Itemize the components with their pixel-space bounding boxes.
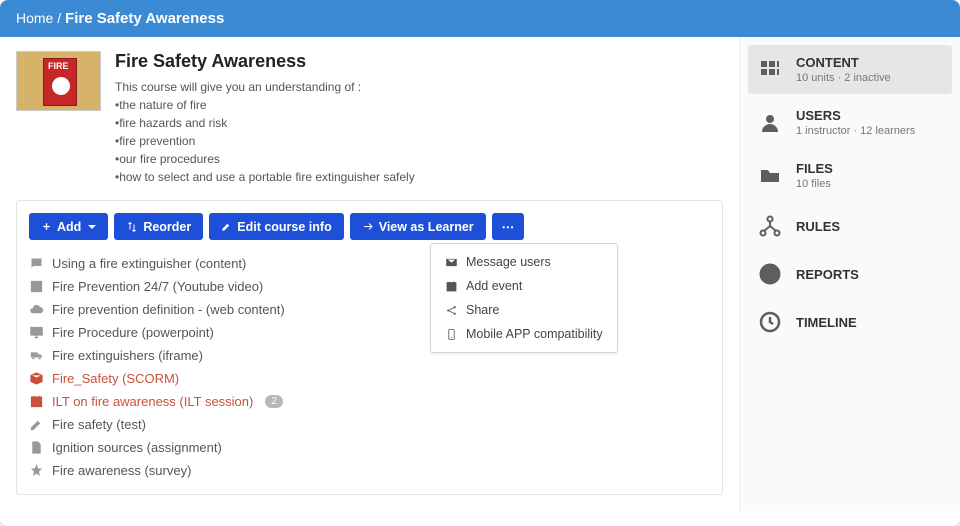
sidebar-item-rules[interactable]: RULES bbox=[748, 204, 952, 248]
reorder-button[interactable]: Reorder bbox=[114, 213, 203, 240]
doc-icon bbox=[29, 440, 44, 455]
folder-icon bbox=[756, 164, 784, 188]
sidebar-item-title: FILES bbox=[796, 161, 833, 176]
sidebar-item-title: TIMELINE bbox=[796, 315, 857, 330]
unit-label: Fire_Safety (SCORM) bbox=[52, 371, 179, 386]
sidebar: CONTENT 10 units · 2 inactive USERS 1 instr… bbox=[739, 37, 960, 511]
unit-row[interactable]: Ignition sources (assignment) bbox=[29, 436, 710, 459]
dropdown-item-share[interactable]: Share bbox=[431, 298, 617, 322]
sidebar-item-title: REPORTS bbox=[796, 267, 859, 282]
sidebar-item-title: USERS bbox=[796, 108, 915, 123]
add-button[interactable]: Add bbox=[29, 213, 108, 240]
unit-row[interactable]: Fire awareness (survey) bbox=[29, 459, 710, 482]
clock-icon bbox=[756, 310, 784, 334]
course-description-line: •fire hazards and risk bbox=[115, 114, 415, 132]
sidebar-item-sub: 10 files bbox=[796, 178, 833, 190]
pie-icon bbox=[756, 262, 784, 286]
sidebar-item-sub: 1 instructor · 12 learners bbox=[796, 125, 915, 137]
course-thumbnail: FIRE bbox=[16, 51, 101, 111]
unit-label: Ignition sources (assignment) bbox=[52, 440, 222, 455]
mobile-icon bbox=[445, 328, 458, 341]
comment-icon bbox=[29, 256, 44, 271]
unit-label: Fire Prevention 24/7 (Youtube video) bbox=[52, 279, 263, 294]
sidebar-item-reports[interactable]: REPORTS bbox=[748, 252, 952, 296]
unit-row[interactable]: Fire_Safety (SCORM) bbox=[29, 367, 710, 390]
dropdown-item-mobile-app-compatibility[interactable]: Mobile APP compatibility bbox=[431, 322, 617, 346]
star-icon bbox=[29, 463, 44, 478]
dropdown-item-add-event[interactable]: Add event bbox=[431, 274, 617, 298]
box-icon bbox=[29, 371, 44, 386]
unit-row[interactable]: Fire safety (test) bbox=[29, 413, 710, 436]
course-description-line: •the nature of fire bbox=[115, 96, 415, 114]
envelope-icon bbox=[445, 256, 458, 269]
more-actions-dropdown: Message usersAdd eventShareMobile APP co… bbox=[430, 243, 618, 353]
pencil-icon bbox=[29, 417, 44, 432]
content-panel: Add Reorder Edit course info View as Lea… bbox=[16, 200, 723, 495]
rules-icon bbox=[756, 214, 784, 238]
sidebar-item-users[interactable]: USERS 1 instructor · 12 learners bbox=[748, 98, 952, 147]
unit-label: Fire prevention definition - (web conten… bbox=[52, 302, 285, 317]
unit-label: ILT on fire awareness (ILT session) bbox=[52, 394, 253, 409]
unit-row[interactable]: ILT on fire awareness (ILT session) 2 bbox=[29, 390, 710, 413]
view-as-learner-button[interactable]: View as Learner bbox=[350, 213, 486, 240]
breadcrumb-current: Fire Safety Awareness bbox=[65, 10, 224, 27]
edit-course-info-button[interactable]: Edit course info bbox=[209, 213, 343, 240]
unit-label: Using a fire extinguisher (content) bbox=[52, 256, 246, 271]
course-description-line: •how to select and use a portable fire e… bbox=[115, 168, 415, 186]
sidebar-item-title: RULES bbox=[796, 219, 840, 234]
more-actions-button[interactable]: ⋯ bbox=[492, 213, 525, 240]
sidebar-item-content[interactable]: CONTENT 10 units · 2 inactive bbox=[748, 45, 952, 94]
sidebar-item-sub: 10 units · 2 inactive bbox=[796, 72, 891, 84]
monitor-icon bbox=[29, 325, 44, 340]
course-description-line: •fire prevention bbox=[115, 132, 415, 150]
unit-label: Fire awareness (survey) bbox=[52, 463, 191, 478]
truck-icon bbox=[29, 348, 44, 363]
course-description-line: •our fire procedures bbox=[115, 150, 415, 168]
count-badge: 2 bbox=[265, 395, 283, 408]
film-icon bbox=[29, 279, 44, 294]
caret-down-icon bbox=[88, 225, 96, 229]
page-title: Fire Safety Awareness bbox=[115, 51, 415, 72]
calendar-icon bbox=[445, 280, 458, 293]
user-icon bbox=[756, 111, 784, 135]
breadcrumb: Home / Fire Safety Awareness bbox=[0, 0, 960, 37]
dropdown-item-message-users[interactable]: Message users bbox=[431, 250, 617, 274]
sidebar-item-title: CONTENT bbox=[796, 55, 891, 70]
share-icon bbox=[445, 304, 458, 317]
sidebar-item-timeline[interactable]: TIMELINE bbox=[748, 300, 952, 344]
breadcrumb-home[interactable]: Home bbox=[16, 10, 53, 26]
course-description-intro: This course will give you an understandi… bbox=[115, 78, 415, 96]
cloud-icon bbox=[29, 302, 44, 317]
sidebar-item-files[interactable]: FILES 10 files bbox=[748, 151, 952, 200]
unit-label: Fire Procedure (powerpoint) bbox=[52, 325, 214, 340]
unit-label: Fire extinguishers (iframe) bbox=[52, 348, 203, 363]
grid-icon bbox=[756, 58, 784, 82]
unit-label: Fire safety (test) bbox=[52, 417, 146, 432]
calendar-icon bbox=[29, 394, 44, 409]
toolbar: Add Reorder Edit course info View as Lea… bbox=[29, 213, 710, 240]
